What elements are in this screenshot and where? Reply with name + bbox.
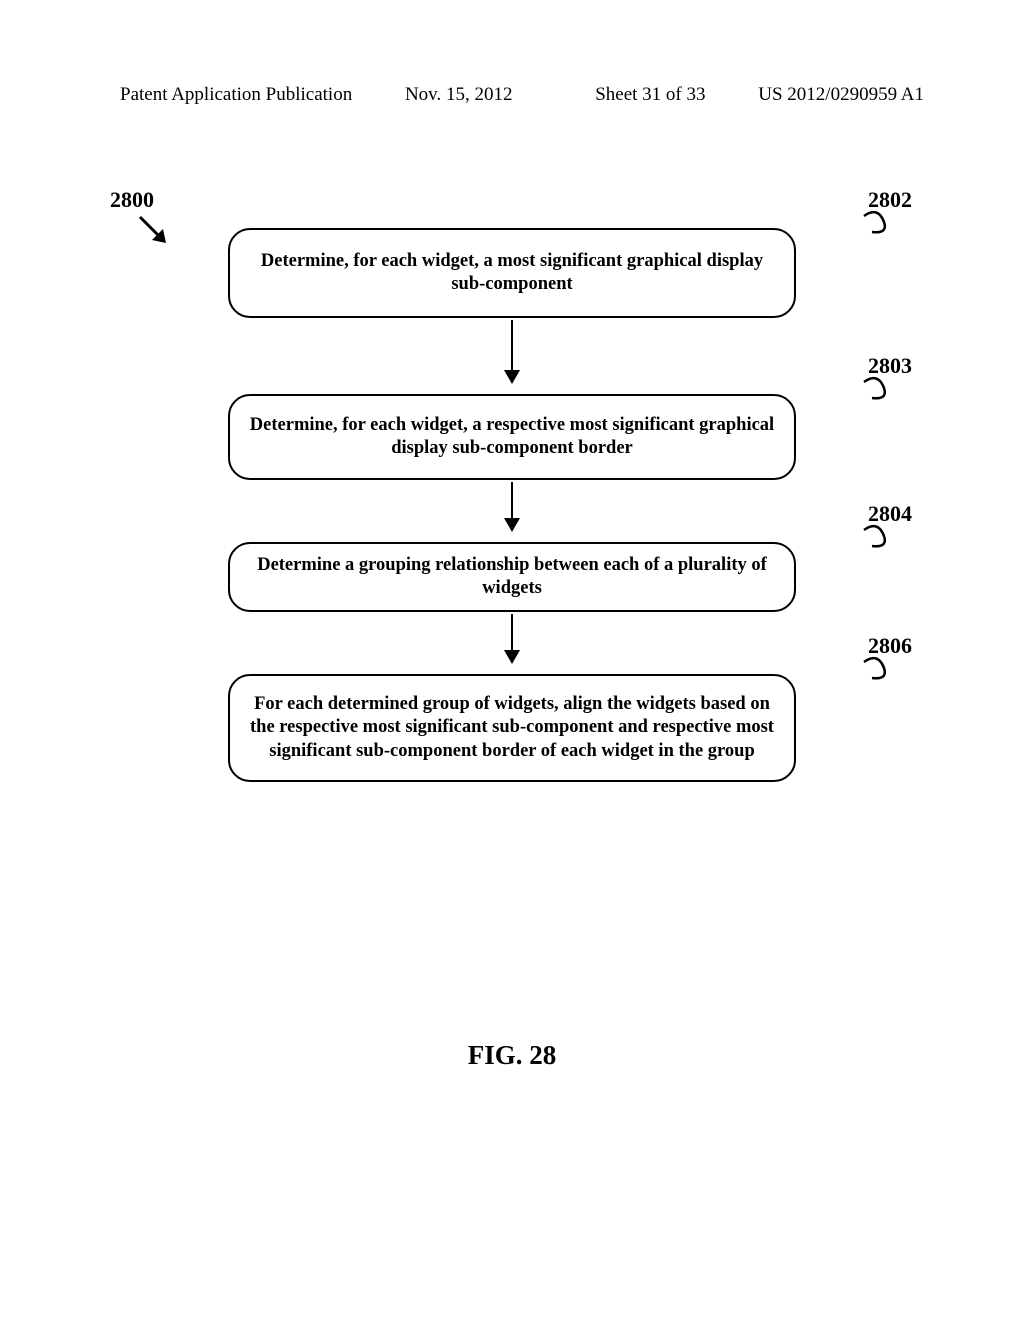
page-header: Patent Application Publication Nov. 15, … — [120, 84, 924, 106]
callout-curl-2806 — [860, 656, 894, 690]
curl-icon — [860, 524, 894, 558]
figure-caption: FIG. 28 — [0, 1040, 1024, 1071]
step-2802-text: Determine, for each widget, a most signi… — [248, 250, 776, 296]
callout-curl-2804 — [860, 524, 894, 558]
step-2803-text: Determine, for each widget, a respective… — [248, 414, 776, 460]
patent-page: Patent Application Publication Nov. 15, … — [0, 0, 1024, 1320]
flowchart-arrow-1 — [511, 320, 513, 382]
flowchart-step-2804: Determine a grouping relationship betwee… — [228, 542, 796, 612]
ref-2800-label: 2800 — [110, 187, 154, 212]
header-date: Nov. 15, 2012 — [405, 84, 513, 106]
flowchart-step-2802: Determine, for each widget, a most signi… — [228, 228, 796, 318]
figure-overall-ref: 2800 — [110, 187, 154, 213]
header-pubnum: US 2012/0290959 A1 — [758, 84, 924, 106]
ref-2800-arrow — [136, 213, 176, 253]
flowchart-step-2806: For each determined group of widgets, al… — [228, 674, 796, 782]
callout-curl-2803 — [860, 376, 894, 410]
curl-icon — [860, 376, 894, 410]
arrow-diag-icon — [136, 213, 176, 253]
header-sheet: Sheet 31 of 33 — [595, 84, 705, 106]
curl-icon — [860, 210, 894, 244]
flowchart-arrow-3 — [511, 614, 513, 662]
flowchart-step-2803: Determine, for each widget, a respective… — [228, 394, 796, 480]
callout-curl-2802 — [860, 210, 894, 244]
curl-icon — [860, 656, 894, 690]
step-2806-text: For each determined group of widgets, al… — [248, 693, 776, 762]
flowchart-arrow-2 — [511, 482, 513, 530]
header-left: Patent Application Publication — [120, 84, 352, 106]
step-2804-text: Determine a grouping relationship betwee… — [248, 554, 776, 600]
